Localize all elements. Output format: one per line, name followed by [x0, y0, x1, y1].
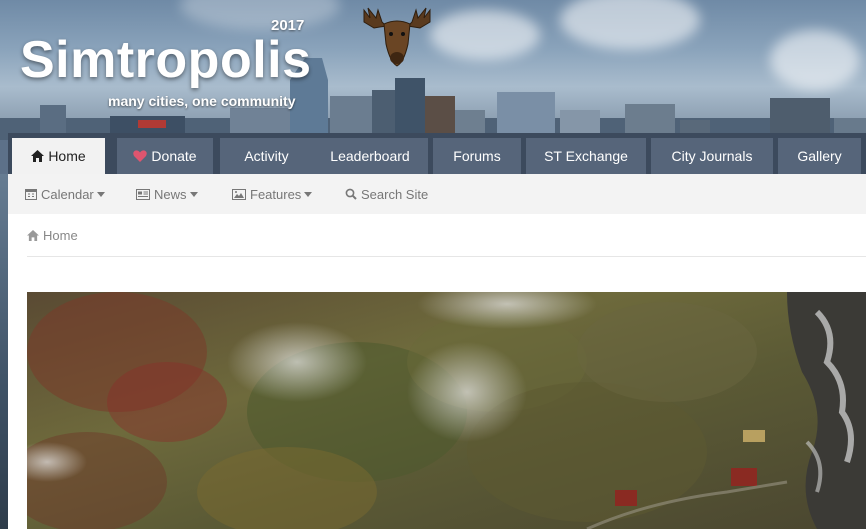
hero-terrain-image[interactable]	[27, 292, 866, 529]
chevron-down-icon	[96, 191, 105, 197]
content-panel: Calendar News Features Search Site Home	[8, 174, 866, 529]
chevron-down-icon	[189, 191, 198, 197]
site-tagline: many cities, one community	[108, 93, 296, 109]
sub-nav: Calendar News Features Search Site	[8, 174, 866, 214]
tab-city-journals[interactable]: City Journals	[651, 138, 773, 174]
moose-mascot-icon	[363, 7, 431, 67]
header-banner: 2017 Simtropolis many cities, one commun…	[0, 0, 866, 140]
subnav-news[interactable]: News	[136, 174, 198, 214]
subnav-label: Calendar	[41, 186, 94, 202]
subnav-features[interactable]: Features	[232, 174, 313, 214]
newspaper-icon	[136, 188, 150, 200]
tab-st-exchange[interactable]: ST Exchange	[526, 138, 646, 174]
tab-label: City Journals	[671, 148, 753, 164]
tab-label: Gallery	[797, 148, 842, 164]
background-edge	[0, 174, 8, 529]
tab-activity[interactable]: Activity	[220, 138, 313, 174]
subnav-label: Search Site	[361, 186, 429, 202]
image-icon	[232, 188, 246, 200]
search-icon	[345, 188, 357, 200]
subnav-calendar[interactable]: Calendar	[25, 174, 105, 214]
tab-label: Home	[48, 148, 86, 164]
breadcrumb: Home	[27, 228, 78, 243]
tab-home[interactable]: Home	[12, 138, 105, 174]
tab-forums[interactable]: Forums	[433, 138, 521, 174]
divider	[27, 256, 866, 257]
tab-donate[interactable]: Donate	[117, 138, 213, 174]
heart-icon	[133, 150, 148, 162]
tab-label: Donate	[151, 148, 197, 164]
subnav-label: News	[154, 186, 187, 202]
chevron-down-icon	[304, 191, 313, 197]
tab-label: Leaderboard	[330, 148, 410, 164]
subnav-label: Features	[250, 186, 302, 202]
tab-gallery[interactable]: Gallery	[778, 138, 861, 174]
tab-leaderboard[interactable]: Leaderboard	[312, 138, 428, 174]
calendar-icon	[25, 188, 37, 200]
tab-label: Forums	[453, 148, 501, 164]
breadcrumb-home-link[interactable]: Home	[43, 228, 78, 243]
home-icon	[27, 230, 39, 241]
subnav-search-site[interactable]: Search Site	[345, 174, 428, 214]
site-logo[interactable]: Simtropolis	[20, 30, 312, 90]
tab-label: ST Exchange	[544, 148, 628, 164]
main-nav: Home Donate Activity Leaderboard Forums …	[8, 133, 866, 174]
home-icon	[31, 150, 45, 162]
tab-label: Activity	[244, 148, 289, 164]
